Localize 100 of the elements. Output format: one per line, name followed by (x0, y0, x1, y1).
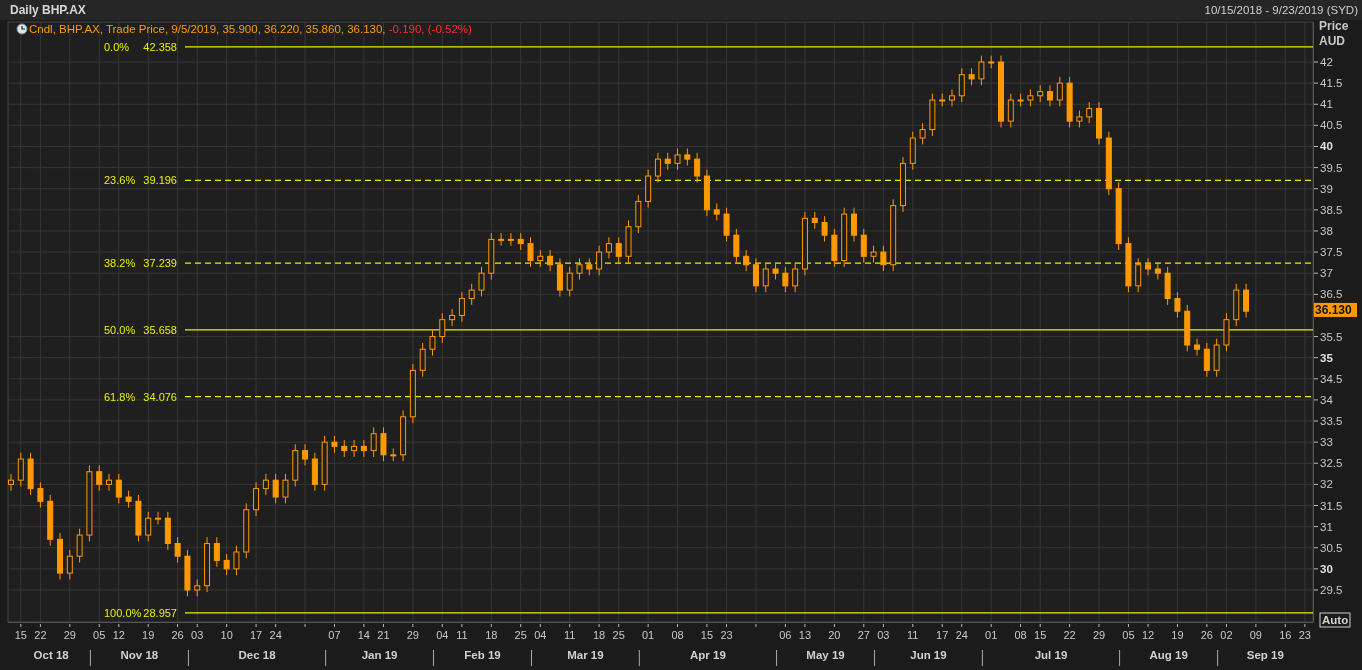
candlestick (341, 439, 348, 458)
candlestick (929, 93, 936, 137)
candlestick (792, 262, 799, 293)
x-axis-day-label: 04 (534, 629, 547, 641)
x-axis-day-label: 04 (436, 629, 449, 641)
y-axis-label: 42 (1320, 56, 1333, 68)
x-axis-day-label: 29 (1092, 629, 1106, 641)
candlestick (1223, 312, 1230, 352)
candlestick (1125, 236, 1132, 293)
candlestick (752, 257, 759, 293)
candlestick (8, 473, 14, 492)
candlestick (360, 439, 367, 458)
candlestick (1007, 93, 1014, 128)
candlestick (743, 249, 750, 272)
candlestick (1154, 262, 1161, 281)
candlestick (566, 266, 573, 297)
y-axis-label: 35 (1320, 351, 1333, 364)
candlestick (537, 249, 544, 268)
candlestick (576, 257, 583, 281)
auto-scale-button[interactable]: Auto (1319, 612, 1351, 628)
candlestick (625, 219, 632, 264)
candlestick (713, 203, 720, 221)
y-axis-label: 30 (1320, 562, 1333, 575)
x-axis-day-label: 15 (14, 629, 27, 641)
candlestick (762, 262, 769, 293)
y-axis-label: 38.5 (1320, 203, 1343, 216)
x-axis-month-label: Jul 19 (1034, 649, 1068, 661)
candlestick (1233, 283, 1240, 327)
x-axis-month-label: May 19 (806, 649, 845, 661)
y-axis-label: 31.5 (1320, 499, 1343, 512)
fibonacci-price-label: 39.196 (143, 174, 177, 187)
x-axis-month-label: Mar 19 (567, 649, 604, 661)
candlestick (213, 536, 220, 568)
candlestick (429, 329, 436, 357)
x-axis-day-label: 15 (1034, 629, 1047, 641)
y-axis-label: 32 (1320, 478, 1333, 491)
candlestick (645, 169, 652, 209)
candlestick (27, 452, 34, 496)
y-axis-label: 35.5 (1320, 330, 1343, 343)
x-axis-month-label: Aug 19 (1149, 649, 1188, 661)
x-axis-month-label: Dec 18 (238, 649, 276, 661)
candlestick (517, 232, 524, 251)
candlestick (1027, 88, 1034, 107)
candlestick (351, 439, 358, 458)
fibonacci-price-label: 37.239 (143, 257, 177, 270)
candlestick (449, 308, 456, 327)
candlestick (164, 511, 171, 551)
x-axis-day-label: 18 (485, 629, 498, 641)
y-axis-label: 29.5 (1320, 584, 1343, 596)
x-axis-day-label: 11 (456, 629, 468, 641)
candlestick (76, 528, 83, 564)
y-axis-label: 31 (1320, 520, 1333, 533)
y-axis-label: 40.5 (1320, 119, 1343, 132)
candlestick (1145, 257, 1152, 276)
fibonacci-percent-label: 100.0% (104, 606, 142, 619)
y-axis-label: 34.5 (1320, 372, 1343, 385)
candlestick (262, 473, 269, 496)
candlestick (919, 122, 926, 145)
candlestick (331, 435, 338, 454)
x-axis-day-label: 13 (798, 629, 812, 641)
x-axis-day-label: 26 (1200, 629, 1213, 641)
candlestick (1115, 181, 1122, 251)
candlestick (1174, 291, 1181, 319)
candlestick (605, 236, 612, 259)
candlestick (223, 553, 230, 576)
x-axis-day-label: 23 (720, 629, 733, 641)
x-axis-day-label: 01 (642, 629, 655, 641)
candlestick (311, 452, 318, 492)
candlestick (66, 549, 73, 580)
candlestick (801, 211, 808, 276)
candlestick (204, 536, 211, 593)
candlestick (1203, 342, 1210, 378)
candlestick (1194, 338, 1201, 357)
x-axis-day-label: 08 (1014, 629, 1027, 641)
fibonacci-price-label: 42.358 (143, 40, 177, 53)
x-axis-day-label: 15 (700, 629, 714, 641)
y-axis-unit: AUD (1319, 34, 1345, 48)
candlestick (684, 148, 691, 166)
x-axis-month-label: Jan 19 (361, 649, 398, 661)
candlestick (1096, 101, 1102, 145)
candlestick (949, 88, 955, 107)
x-axis-day-label: 26 (171, 629, 184, 641)
candlestick (1076, 110, 1083, 128)
candlestick (125, 490, 132, 509)
x-axis-day-label: 03 (191, 629, 204, 641)
y-axis-label: 36.5 (1320, 288, 1343, 301)
candlestick (674, 148, 681, 171)
x-axis-day-label: 22 (34, 629, 47, 641)
x-axis-month-label: Apr 19 (690, 649, 726, 661)
x-axis-day-label: 24 (955, 629, 968, 641)
x-axis-day-label: 17 (249, 629, 263, 641)
candlestick (615, 236, 622, 264)
fibonacci-percent-label: 50.0% (104, 323, 136, 336)
x-axis-day-label: 18 (593, 629, 606, 641)
fibonacci-price-label: 35.658 (143, 323, 177, 336)
y-axis-label: 40 (1320, 140, 1333, 153)
candlestick (135, 494, 142, 542)
candlestick (547, 249, 554, 272)
candlestick (782, 266, 789, 293)
candlestick (478, 266, 485, 297)
